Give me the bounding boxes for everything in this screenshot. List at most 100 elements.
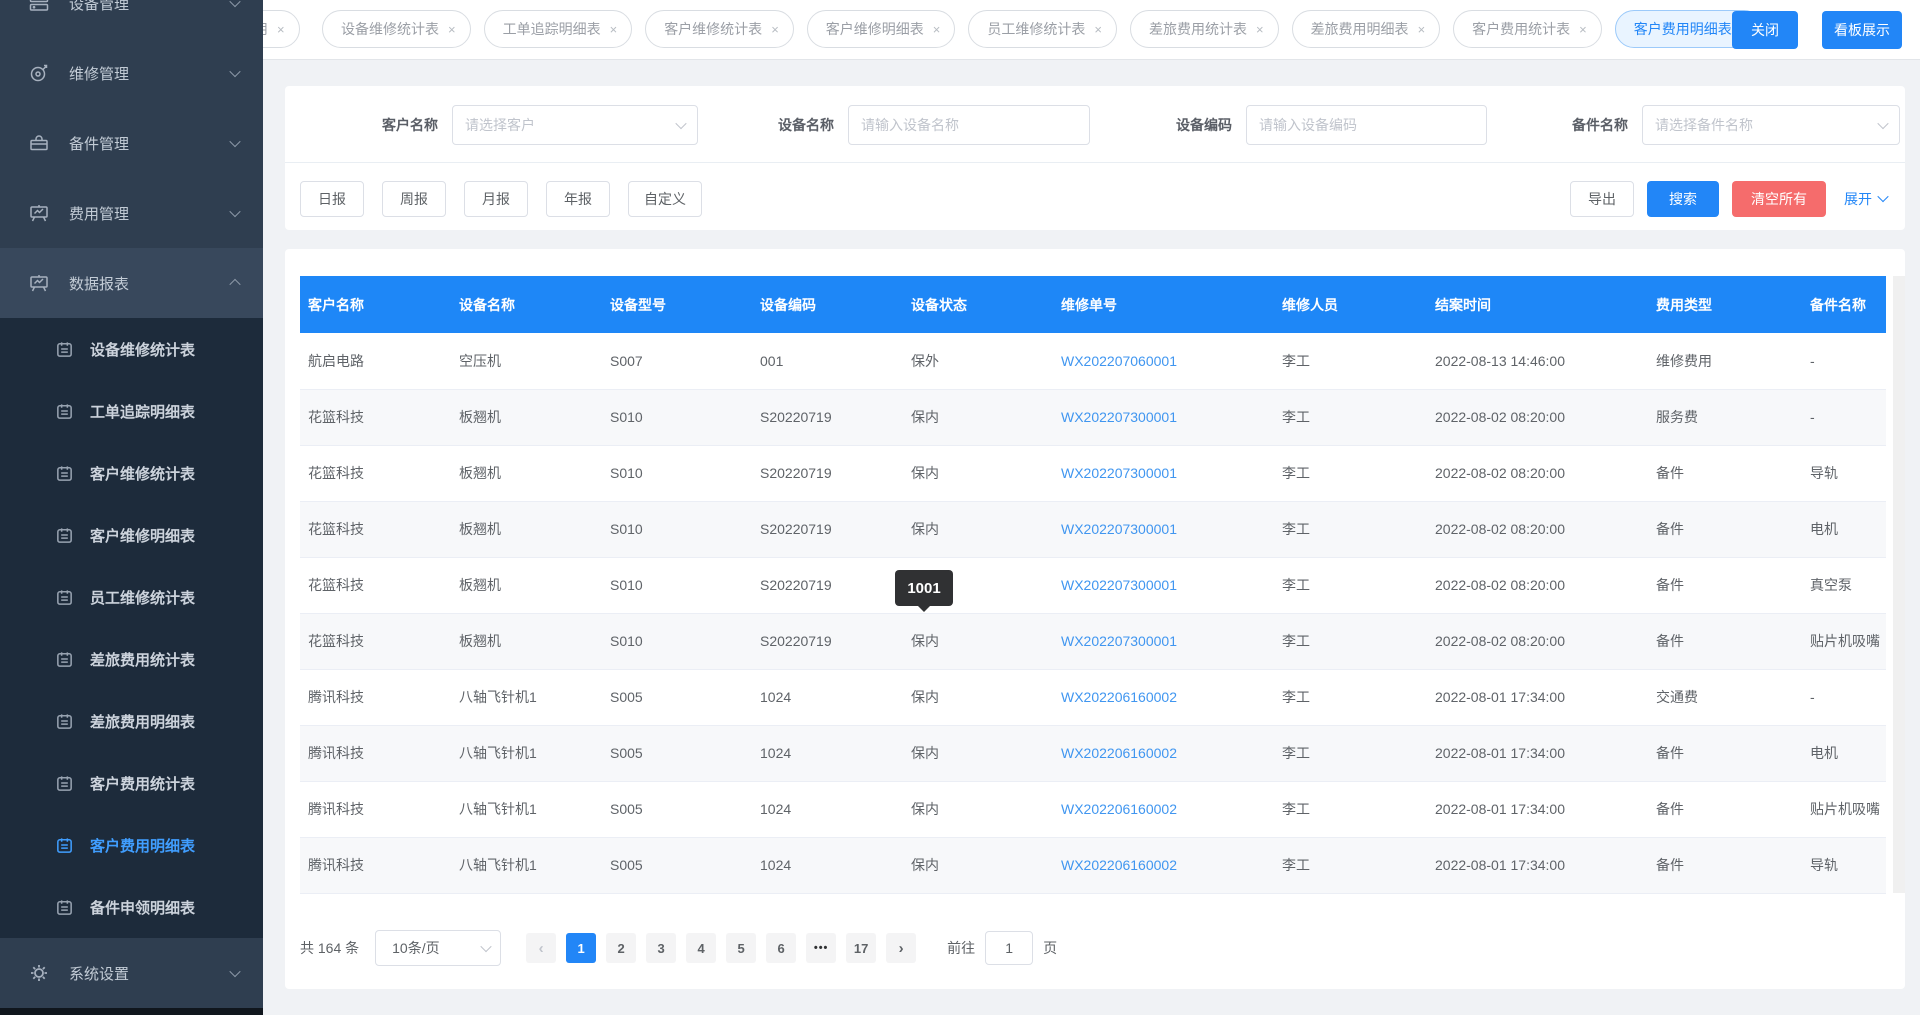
export-button[interactable]: 导出 [1570,181,1634,217]
sidebar-item-devices[interactable]: 设备管理 [0,0,263,38]
page-button[interactable]: 6 [766,933,796,963]
prev-page-button[interactable]: ‹ [526,933,556,963]
page-button[interactable]: 4 [686,933,716,963]
more-pages-icon[interactable]: ••• [806,933,836,963]
table-cell: 电机 [1802,725,1886,781]
repair-order-link[interactable]: WX202207300001 [1053,389,1274,445]
page-size-select[interactable]: 10条/页 [375,930,501,966]
sidebar-subitem[interactable]: 备件申领明细表 [0,876,263,938]
table-row: 腾讯科技八轴飞针机1S0051024保内WX202206160002李工2022… [300,725,1886,781]
tab[interactable]: 差旅费用明细表× [1292,10,1441,48]
repair-order-link[interactable]: WX202206160002 [1053,837,1274,893]
column-header: 费用类型 [1648,276,1802,333]
table-cell: 花篮科技 [300,557,451,613]
sidebar-item-label: 备件管理 [69,133,231,154]
tab-partial[interactable]: 用 × [263,10,300,48]
tab[interactable]: 客户维修明细表× [807,10,956,48]
close-all-button[interactable]: 关闭 [1732,11,1798,49]
sidebar-subitem[interactable]: 客户维修统计表 [0,442,263,504]
tab[interactable]: 工单追踪明细表 × [484,10,633,48]
repair-order-link[interactable]: WX202206160002 [1053,781,1274,837]
table-cell: 1024 [752,669,903,725]
page-button[interactable]: 17 [846,933,876,963]
customer-select[interactable]: 请选择客户 [452,105,698,145]
sidebar-subitem[interactable]: 客户维修明细表 [0,504,263,566]
table-cell: 板翘机 [451,389,602,445]
sidebar-subitem[interactable]: 工单追踪明细表 [0,380,263,442]
close-icon[interactable]: × [771,23,779,36]
sidebar-item-repair[interactable]: 维修管理 [0,38,263,108]
clear-all-button[interactable]: 清空所有 [1732,181,1826,217]
table-cell: 2022-08-02 08:20:00 [1427,613,1648,669]
tab[interactable]: 客户费用统计表× [1453,10,1602,48]
period-button[interactable]: 年报 [546,181,610,217]
close-icon[interactable]: × [1256,23,1264,36]
filter-fields-row: 客户名称 请选择客户 设备名称 设备编码 备件名称 请选择备件名称 [285,86,1905,163]
sidebar-item-reports[interactable]: 数据报表 [0,248,263,318]
expense-icon [28,202,50,224]
sidebar-item-parts[interactable]: 备件管理 [0,108,263,178]
page-button[interactable]: 5 [726,933,756,963]
device-name-input[interactable] [848,105,1090,145]
close-icon[interactable]: × [277,23,285,36]
table-scrollbar[interactable] [1893,276,1905,893]
table-cell: 交通费 [1648,669,1802,725]
sidebar-subitem[interactable]: 客户费用明细表 [0,814,263,876]
close-icon[interactable]: × [448,23,456,36]
device-code-input[interactable] [1246,105,1487,145]
close-icon[interactable]: × [1418,23,1426,36]
goto-page-input[interactable] [985,931,1033,965]
tab[interactable]: 差旅费用统计表× [1130,10,1279,48]
close-icon[interactable]: × [933,23,941,36]
table-cell: 1024 [752,781,903,837]
expand-toggle[interactable]: 展开 [1844,189,1887,209]
sidebar-subitem[interactable]: 差旅费用统计表 [0,628,263,690]
sidebar-subitem[interactable]: 员工维修统计表 [0,566,263,628]
column-header: 设备编码 [752,276,903,333]
goto-label: 前往 [947,938,975,958]
field-label: 备件名称 [1498,115,1628,135]
sidebar-item-label: 系统设置 [69,963,231,984]
sidebar-subitem[interactable]: 客户费用统计表 [0,752,263,814]
table-cell: 备件 [1648,781,1802,837]
period-button[interactable]: 周报 [382,181,446,217]
repair-order-link[interactable]: WX202206160002 [1053,725,1274,781]
sidebar-item-settings[interactable]: 系统设置 [0,938,263,1008]
close-icon[interactable]: × [610,23,618,36]
sidebar-item-label: 费用管理 [69,203,231,224]
tab[interactable]: 客户维修统计表× [645,10,794,48]
sidebar-item-label: 数据报表 [69,273,231,294]
part-select[interactable]: 请选择备件名称 [1642,105,1900,145]
devices-icon [28,0,50,14]
tab[interactable]: 员工维修统计表× [968,10,1117,48]
board-display-button[interactable]: 看板展示 [1822,11,1902,49]
chevron-down-icon [675,118,686,129]
repair-order-link[interactable]: WX202207300001 [1053,613,1274,669]
close-icon[interactable]: × [1094,23,1102,36]
close-icon[interactable]: × [1579,23,1587,36]
tab[interactable]: 设备维修统计表× [322,10,471,48]
total-count: 共 164 条 [300,938,359,958]
page-button[interactable]: 3 [646,933,676,963]
sidebar-item-expense[interactable]: 费用管理 [0,178,263,248]
sidebar-subitem[interactable]: 设备维修统计表 [0,318,263,380]
page-button[interactable]: 1 [566,933,596,963]
search-button[interactable]: 搜索 [1647,181,1719,217]
repair-order-link[interactable]: WX202207300001 [1053,557,1274,613]
column-header: 维修人员 [1274,276,1427,333]
table-cell: 1024 [752,725,903,781]
repair-order-link[interactable]: WX202207300001 [1053,445,1274,501]
repair-order-link[interactable]: WX202206160002 [1053,669,1274,725]
tab-label: 工单追踪明细表 [503,19,601,39]
next-page-button[interactable]: › [886,933,916,963]
table-cell: 李工 [1274,389,1427,445]
report-sheet-icon [55,898,74,917]
repair-order-link[interactable]: WX202207300001 [1053,501,1274,557]
period-button[interactable]: 月报 [464,181,528,217]
period-button[interactable]: 日报 [300,181,364,217]
sidebar-subitem[interactable]: 差旅费用明细表 [0,690,263,752]
page-button[interactable]: 2 [606,933,636,963]
period-button[interactable]: 自定义 [628,181,702,217]
table-cell: 备件 [1648,501,1802,557]
repair-order-link[interactable]: WX202207060001 [1053,333,1274,389]
